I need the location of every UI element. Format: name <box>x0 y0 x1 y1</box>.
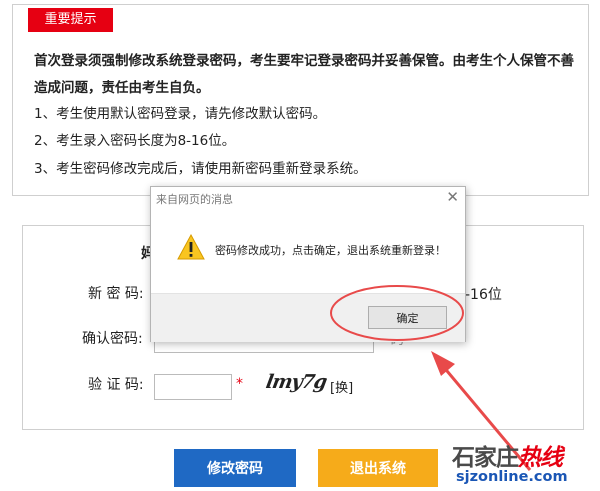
new-password-label: 新 密 码: <box>88 286 144 302</box>
change-password-button[interactable]: 修改密码 <box>174 449 296 487</box>
warning-icon <box>177 234 205 260</box>
exit-system-button[interactable]: 退出系统 <box>318 449 438 487</box>
captcha-image[interactable]: lmy7g <box>264 371 328 395</box>
watermark-title-gray: 石家庄 <box>452 445 519 471</box>
notice-lead-text: 首次登录须强制修改系统登录密码，考生要牢记登录密码并妥善保管。由考生个人保管不善… <box>34 53 574 96</box>
captcha-input[interactable] <box>154 374 232 400</box>
watermark-logo: 石家庄热线 sjzonline.com <box>452 438 597 490</box>
notice-tag: 重要提示 <box>28 8 113 32</box>
dialog-titlebar: 来自网页的消息 ✕ <box>151 187 465 209</box>
new-password-hint: -16位 <box>465 287 502 303</box>
notice-item: 1、考生使用默认密码登录，请先修改默认密码。 <box>34 106 327 122</box>
dialog-message: 密码修改成功，点击确定，退出系统重新登录！ <box>215 244 446 257</box>
close-icon[interactable]: ✕ <box>446 188 459 206</box>
notice-item: 2、考生录入密码长度为8-16位。 <box>34 133 236 149</box>
message-dialog: 来自网页的消息 ✕ 密码修改成功，点击确定，退出系统重新登录！ 确定 <box>150 186 466 342</box>
captcha-refresh-link[interactable]: [换] <box>330 377 353 396</box>
captcha-label: 验 证 码: <box>88 377 144 393</box>
watermark-url: sjzonline.com <box>456 469 568 485</box>
dialog-title: 来自网页的消息 <box>156 193 233 206</box>
confirm-password-label: 确认密码: <box>82 331 143 347</box>
dialog-ok-button[interactable]: 确定 <box>368 306 447 329</box>
notice-item: 3、考生密码修改完成后，请使用新密码重新登录系统。 <box>34 161 367 177</box>
watermark-title: 石家庄热线 <box>452 438 563 472</box>
required-mark: * <box>236 376 243 392</box>
watermark-title-red: 热线 <box>518 445 563 471</box>
